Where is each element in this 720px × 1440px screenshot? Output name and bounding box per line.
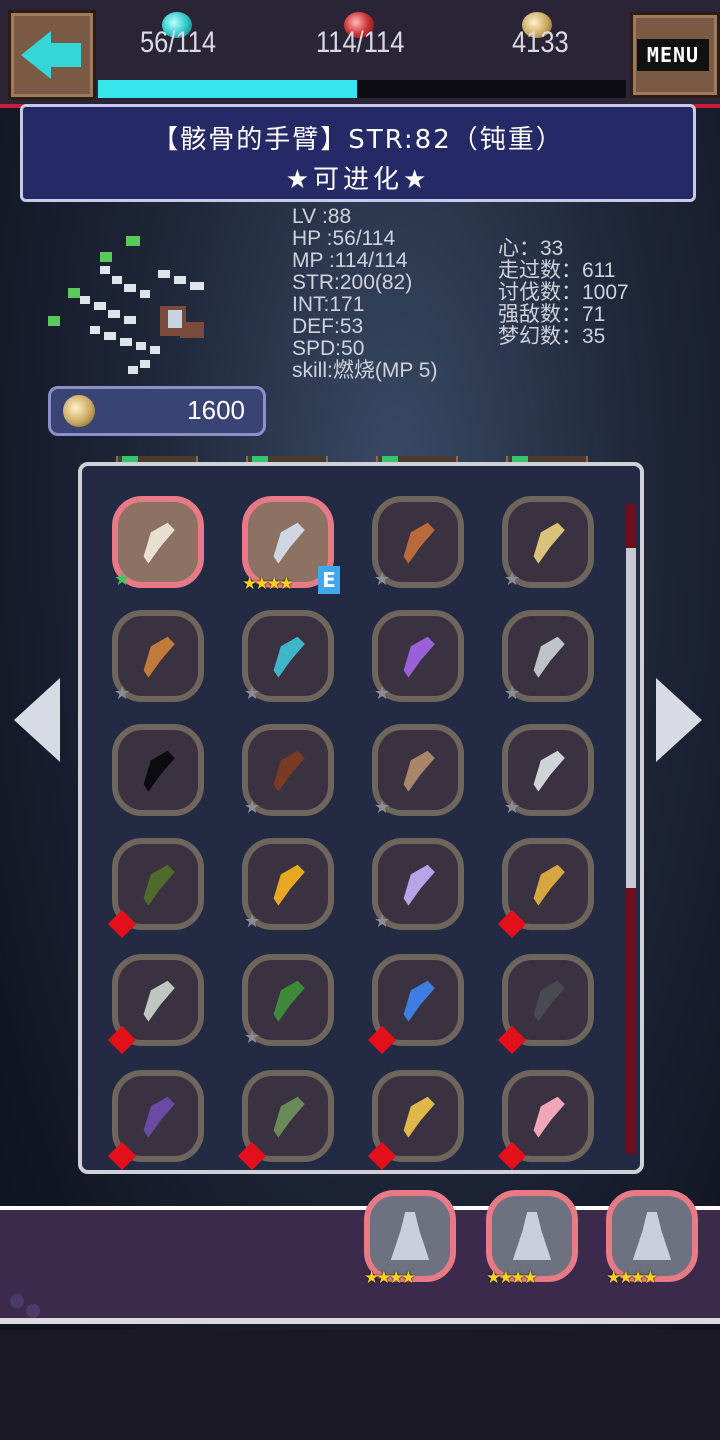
equipped-slot[interactable]: ★★★★ <box>486 1190 578 1288</box>
back-arrow-icon <box>49 43 81 67</box>
record-line: 心：33 <box>498 237 564 260</box>
rating-stars: ★★★★ <box>606 1268 658 1288</box>
inventory-slot[interactable]: ★ <box>502 610 594 704</box>
grade-star-icon: ★ <box>504 569 521 590</box>
stat-line: LV :88 <box>292 205 352 228</box>
hp-bar <box>98 80 626 98</box>
hp-bar-fill <box>98 80 357 98</box>
inventory-slot[interactable] <box>367 1070 464 1171</box>
grade-star-icon: ★ <box>374 683 391 704</box>
character-stats: LV :88 HP :56/114 MP :114/114 STR:200(82… <box>292 206 437 382</box>
gold-value: 4133 <box>512 26 569 59</box>
stat-line: SPD:50 <box>292 337 365 360</box>
stat-line: MP :114/114 <box>292 249 408 272</box>
stat-line: STR:200(82) <box>292 271 413 294</box>
top-bar: 56/114 114/114 4133 MENU <box>0 0 720 108</box>
grade-star-icon: ★ <box>374 569 391 590</box>
item-price: 1600 <box>187 395 245 425</box>
hp-value: 56/114 <box>140 26 217 59</box>
item-name: 【骸骨的手臂】STR:82（钝重） <box>152 125 564 155</box>
grade-star-icon: ★ <box>244 683 261 704</box>
grade-star-icon: ★ <box>504 683 521 704</box>
rating-stars: ★★★★ <box>364 1268 416 1288</box>
mp-value: 114/114 <box>316 26 405 59</box>
inventory-slot[interactable]: ★ <box>502 724 594 818</box>
grade-star-icon: ★ <box>504 797 521 818</box>
rating-stars: ★★★★ <box>486 1268 538 1288</box>
back-button[interactable] <box>8 10 96 100</box>
rating-stars: ★★★★ <box>242 574 294 594</box>
paw-print-icon <box>26 1304 40 1318</box>
inventory-slot[interactable] <box>107 838 204 939</box>
menu-button[interactable]: MENU <box>630 12 720 98</box>
record-line: 强敌数：71 <box>498 303 606 326</box>
back-arrow-icon <box>21 31 51 79</box>
grade-star-icon: ★ <box>244 797 261 818</box>
menu-button-label: MENU <box>637 39 709 71</box>
scrollbar-thumb[interactable] <box>626 548 636 888</box>
inventory-slot[interactable]: ★ <box>372 610 464 704</box>
evolve-notice: ★可进化★ <box>285 165 431 195</box>
inventory-slot[interactable]: ★ <box>112 496 204 590</box>
inventory-slot[interactable]: ★ <box>112 610 204 704</box>
stat-line: HP :56/114 <box>292 227 396 250</box>
inventory-slot[interactable]: ★ <box>242 724 334 818</box>
inventory-slot[interactable]: ★ <box>242 610 334 704</box>
inventory-slot[interactable] <box>237 1070 334 1171</box>
inventory-slot[interactable]: ★★★★ E <box>242 496 340 594</box>
inventory-slot[interactable] <box>107 954 204 1055</box>
equipped-slot[interactable]: ★★★★ <box>364 1190 456 1288</box>
inventory-slot[interactable]: ★ <box>242 954 334 1048</box>
skeleton-arm-sprite <box>48 236 204 374</box>
record-line: 梦幻数：35 <box>498 325 606 348</box>
inventory-slot[interactable]: ★ <box>372 838 464 932</box>
equipped-marker-icon: ★ <box>114 569 131 590</box>
inventory-slot[interactable] <box>107 1070 204 1171</box>
record-line: 走过数：611 <box>498 259 616 282</box>
record-stats: 心：33 走过数：611 讨伐数：1007 强敌数：71 梦幻数：35 <box>498 238 629 348</box>
coin-icon <box>63 395 95 427</box>
grade-star-icon: ★ <box>374 797 391 818</box>
grade-star-icon: ★ <box>244 911 261 932</box>
inventory-slot[interactable]: ★ <box>372 724 464 818</box>
price-box: 1600 <box>48 386 266 436</box>
stat-line: INT:171 <box>292 293 365 316</box>
grade-star-icon: ★ <box>244 1027 261 1048</box>
prev-page-arrow-icon[interactable] <box>14 678 60 762</box>
equipped-badge: E <box>318 566 340 594</box>
equipped-slot[interactable]: ★★★★ <box>606 1190 698 1288</box>
record-line: 讨伐数：1007 <box>498 281 629 304</box>
grade-star-icon: ★ <box>114 683 131 704</box>
item-title-banner: 【骸骨的手臂】STR:82（钝重） ★可进化★ <box>20 104 696 202</box>
paw-print-icon <box>10 1294 24 1308</box>
inventory-slot[interactable] <box>497 1070 594 1171</box>
stat-line: skill:燃烧(MP 5) <box>292 359 438 382</box>
inventory-slot[interactable]: ★ <box>372 496 464 590</box>
stat-line: DEF:53 <box>292 315 364 338</box>
inventory-slot[interactable] <box>497 954 594 1055</box>
bottom-area <box>0 1330 720 1440</box>
grade-star-icon: ★ <box>374 911 391 932</box>
inventory-slot[interactable] <box>112 724 204 816</box>
inventory-slot[interactable] <box>497 838 594 939</box>
inventory-slot[interactable] <box>367 954 464 1055</box>
inventory-slot[interactable]: ★ <box>242 838 334 932</box>
inventory-slot[interactable]: ★ <box>502 496 594 590</box>
next-page-arrow-icon[interactable] <box>656 678 702 762</box>
